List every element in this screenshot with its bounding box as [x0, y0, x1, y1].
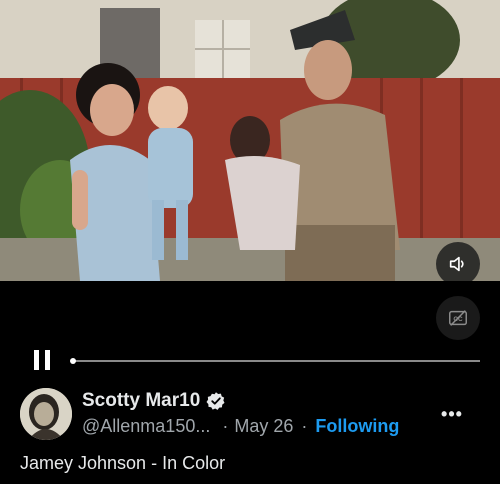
captions-button[interactable]: CC [436, 296, 480, 340]
post-author: Scotty Mar10 @Allenma150... · May 26 · F… [20, 388, 490, 440]
progress-knob[interactable] [70, 358, 76, 364]
verified-badge-icon [206, 392, 225, 410]
post-caption: Jamey Johnson - In Color [20, 453, 226, 473]
separator: · [301, 416, 308, 436]
avatar-image [20, 388, 72, 440]
following-button[interactable]: Following [315, 416, 399, 437]
post-date[interactable]: May 26 [234, 416, 293, 437]
avatar[interactable] [20, 388, 72, 440]
video-frame [0, 0, 500, 281]
author-handle[interactable]: @Allenma150... [82, 416, 210, 437]
author-name[interactable]: Scotty Mar10 [82, 390, 200, 412]
video-player[interactable] [0, 0, 500, 281]
player-controls [0, 340, 500, 380]
closed-captions-icon: CC [449, 310, 467, 326]
separator: · [222, 416, 229, 436]
speaker-icon [449, 256, 464, 272]
volume-button[interactable] [436, 242, 480, 281]
more-options-icon[interactable]: ••• [440, 402, 464, 426]
pause-icon[interactable] [34, 350, 54, 370]
progress-bar[interactable] [70, 358, 480, 364]
